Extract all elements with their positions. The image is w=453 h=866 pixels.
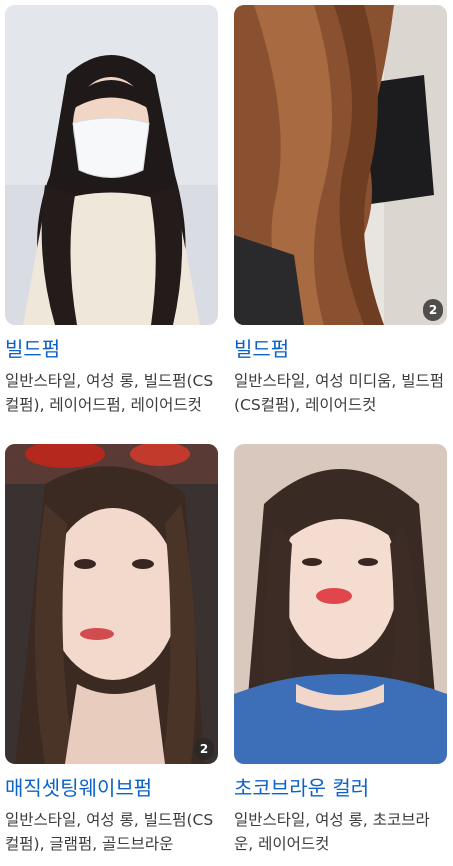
- hairstyle-title-link[interactable]: 매직셋팅웨이브펌: [5, 773, 218, 803]
- hairstyle-photo[interactable]: [234, 444, 447, 764]
- hairstyle-tags: 일반스타일, 여성 롱, 빌드펌(CS컬펌), 글램펌, 골드브라운: [5, 811, 214, 853]
- hairstyle-title-link[interactable]: 빌드펌: [5, 334, 218, 364]
- hairstyle-tags: 일반스타일, 여성 미디움, 빌드펌(CS컬펌), 레이어드컷: [234, 372, 445, 414]
- photo-count-badge: 2: [194, 738, 214, 760]
- hairstyle-tags: 일반스타일, 여성 롱, 초코브라운, 레이어드컷: [234, 811, 430, 853]
- hairstyle-title-link[interactable]: 빌드펌: [234, 334, 447, 364]
- hairstyle-photo-image: [234, 444, 447, 764]
- hairstyle-tags: 일반스타일, 여성 롱, 빌드펌(CS컬펌), 레이어드펌, 레이어드컷: [5, 372, 214, 414]
- hairstyle-title-link[interactable]: 초코브라운 컬러: [234, 773, 447, 803]
- hairstyle-photo[interactable]: [5, 5, 218, 325]
- hairstyle-photo-image: [234, 5, 447, 325]
- hairstyle-card[interactable]: 빌드펌 일반스타일, 여성 롱, 빌드펌(CS컬펌), 레이어드펌, 레이어드컷: [5, 5, 218, 417]
- hairstyle-card[interactable]: 초코브라운 컬러 일반스타일, 여성 롱, 초코브라운, 레이어드컷: [234, 444, 447, 856]
- hairstyle-gallery-grid: 빌드펌 일반스타일, 여성 롱, 빌드펌(CS컬펌), 레이어드펌, 레이어드컷…: [0, 0, 453, 866]
- hairstyle-photo[interactable]: 2: [5, 444, 218, 764]
- hairstyle-card[interactable]: 2 매직셋팅웨이브펌 일반스타일, 여성 롱, 빌드펌(CS컬펌), 글램펌, …: [5, 444, 218, 856]
- photo-count-badge: 2: [423, 299, 443, 321]
- hairstyle-photo[interactable]: 2: [234, 5, 447, 325]
- hairstyle-card[interactable]: 2 빌드펌 일반스타일, 여성 미디움, 빌드펌(CS컬펌), 레이어드컷: [234, 5, 447, 417]
- hairstyle-photo-image: [5, 444, 218, 764]
- hairstyle-photo-image: [5, 5, 218, 325]
